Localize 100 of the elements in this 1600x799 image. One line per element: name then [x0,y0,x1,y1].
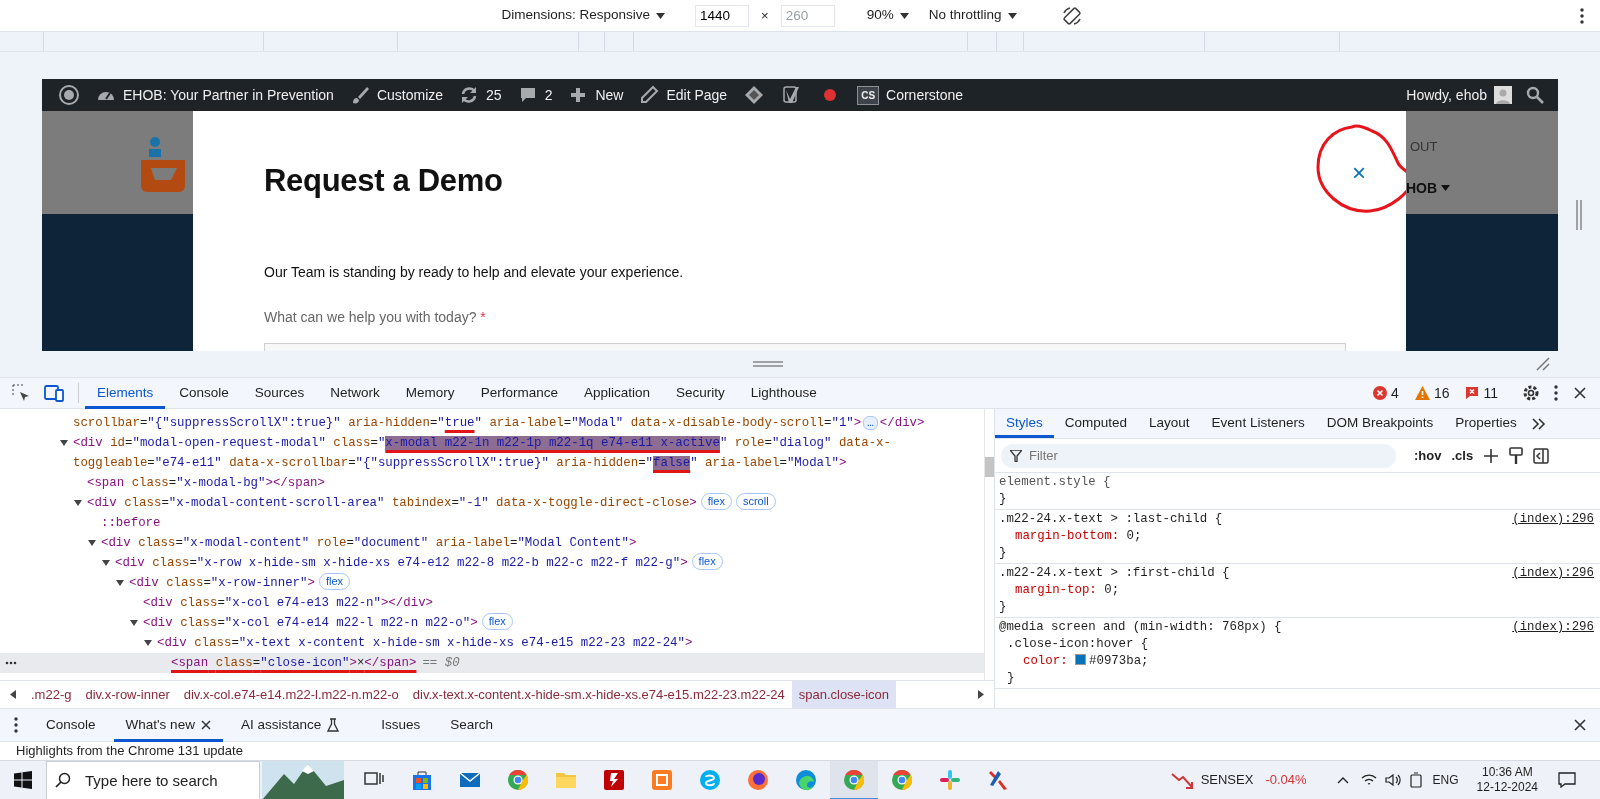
zoom-dropdown[interactable]: 90% [862,3,913,28]
styles-tab[interactable]: Event Listeners [1200,409,1316,438]
settings-icon[interactable] [1522,384,1540,402]
warning-count[interactable]: 16 [1414,382,1450,404]
styles-tab[interactable]: Computed [1053,409,1139,438]
expand-toggle-icon[interactable] [88,539,96,547]
toolbar-link[interactable]: New [560,84,632,106]
devtools-tab[interactable]: Console [167,377,241,409]
devtools-tab[interactable]: Application [571,377,662,409]
breadcrumb-link[interactable]: span.close-icon [791,681,896,708]
expand-toggle-icon[interactable] [144,639,152,647]
close-icon[interactable] [1574,387,1586,399]
row-menu-icon[interactable] [5,661,17,665]
diamond-icon[interactable] [744,85,765,105]
devtools-tab[interactable]: Performance [468,377,570,409]
sidebar-toggle-icon[interactable] [1533,447,1550,464]
width-field[interactable]: 1440 [695,4,750,27]
breadcrumb-link[interactable]: div.x-text.x-content.x-hide-sm.x-hide-xs.e74-e15.m22-23.m22-24 [405,681,792,708]
expand-toggle-icon[interactable] [102,559,110,567]
error-count[interactable]: 4 [1373,382,1399,404]
more-options-icon[interactable] [1554,385,1558,401]
speaker-icon[interactable] [1384,773,1401,787]
notification-icon[interactable] [1558,772,1576,788]
toolbar-link[interactable]: CS Cornerstone [849,84,972,106]
resize-handle-icon[interactable] [753,361,783,367]
styles-tab[interactable]: Layout [1138,409,1201,438]
browser-icon[interactable] [506,768,530,792]
hover-state-toggle[interactable]: :hov [1414,445,1442,466]
inspect-icon[interactable] [12,384,30,402]
close-icon[interactable] [200,720,211,730]
expand-toggle-icon[interactable] [74,499,82,507]
clock-time[interactable]: 10:36 AM [1481,765,1533,780]
filter-field[interactable]: Filter [1001,443,1396,468]
dimensions-dropdown[interactable]: Dimensions: Responsive [497,3,670,28]
account-link[interactable]: Howdy, ehob [1398,84,1520,106]
search-field[interactable]: Type here to search [46,760,260,799]
logo-icon[interactable] [59,85,79,105]
devtools-tab[interactable]: Memory [393,377,467,409]
drawer-tab[interactable]: AI assistance [228,708,352,742]
paint-roller-icon[interactable] [1509,446,1524,465]
toolbar-link[interactable]: 2 [509,84,561,106]
drawer-tab[interactable]: Console [34,708,108,742]
styles-tab[interactable]: DOM Breakpoints [1315,409,1445,438]
height-field[interactable]: 260 [780,4,835,27]
issue-count[interactable]: 11 [1465,382,1498,404]
throttling-dropdown[interactable]: No throttling [924,3,1021,28]
battery-icon[interactable] [1408,772,1423,788]
color-swatch[interactable] [1075,654,1087,665]
scrollbar-thumb[interactable] [985,457,994,477]
corner-resize-icon[interactable] [1536,357,1550,371]
device-toolbar-icon[interactable] [44,384,64,402]
devtools-tab[interactable]: Sources [242,377,317,409]
breadcrumb-link[interactable]: .m22-g [24,681,79,708]
more-options-icon[interactable] [1580,7,1584,24]
rotate-icon[interactable] [1060,4,1083,27]
wifi-icon[interactable] [1360,773,1377,787]
styles-tab[interactable]: Styles [995,409,1054,438]
nav-menu-text[interactable]: HOB [1406,177,1558,199]
source-link[interactable]: (index):296 [1512,511,1594,528]
devtools-tab[interactable]: Security [663,377,737,409]
close-icon[interactable] [1574,719,1586,731]
drawer-tab[interactable]: What's new [113,708,223,742]
server-icon[interactable] [650,768,674,792]
clock-date[interactable]: 12-12-2024 [1476,780,1538,795]
expand-toggle-icon[interactable] [116,579,124,587]
market-chart-icon[interactable] [1170,771,1193,789]
close-button[interactable]: × [1352,163,1366,183]
styles-tab[interactable]: Properties [1444,409,1528,438]
pinwheel-icon[interactable] [938,768,962,792]
browser-icon[interactable] [890,768,914,792]
browser-icon[interactable] [842,768,866,792]
expand-button[interactable]: … [863,416,878,430]
chevron-up-icon[interactable] [1336,776,1349,784]
devtools-tab[interactable]: Lighthouse [738,377,829,409]
breadcrumb-link[interactable]: div.x-col.e74-e14.m22-l.m22-n.m22-o [176,681,406,708]
search-icon[interactable] [1526,86,1544,104]
devtools-tab[interactable]: Elements [85,377,166,409]
left-arrow-icon[interactable] [10,690,16,699]
browser-icon[interactable] [794,768,818,792]
source-link[interactable]: (index):296 [1512,619,1594,636]
plus-icon[interactable] [1483,447,1500,464]
breadcrumb-link[interactable]: div.x-row-inner [78,681,177,708]
toolbar-link[interactable]: Customize [341,84,452,106]
toolbar-link[interactable]: EHOB: Your Partner in Prevention [88,84,342,106]
browser-icon[interactable] [746,768,770,792]
expand-toggle-icon[interactable] [130,619,138,627]
shopping-bag-icon[interactable] [410,768,434,792]
right-arrow-icon[interactable] [978,690,984,699]
language-indicator[interactable]: ENG [1432,771,1459,789]
windows-logo-icon[interactable] [14,771,32,789]
toolbar-link[interactable]: 25 [451,84,510,106]
source-link[interactable]: (index):296 [1512,565,1594,582]
drawer-tab[interactable]: Issues [369,708,433,742]
more-options-icon[interactable] [14,717,18,733]
expand-toggle-icon[interactable] [60,439,68,447]
drawer-tab[interactable]: Search [438,708,505,742]
more-tabs-icon[interactable] [1531,417,1546,430]
lightning-icon[interactable] [602,768,626,792]
class-toggle[interactable]: .cls [1451,445,1474,466]
devtools-tab[interactable]: Network [318,377,392,409]
